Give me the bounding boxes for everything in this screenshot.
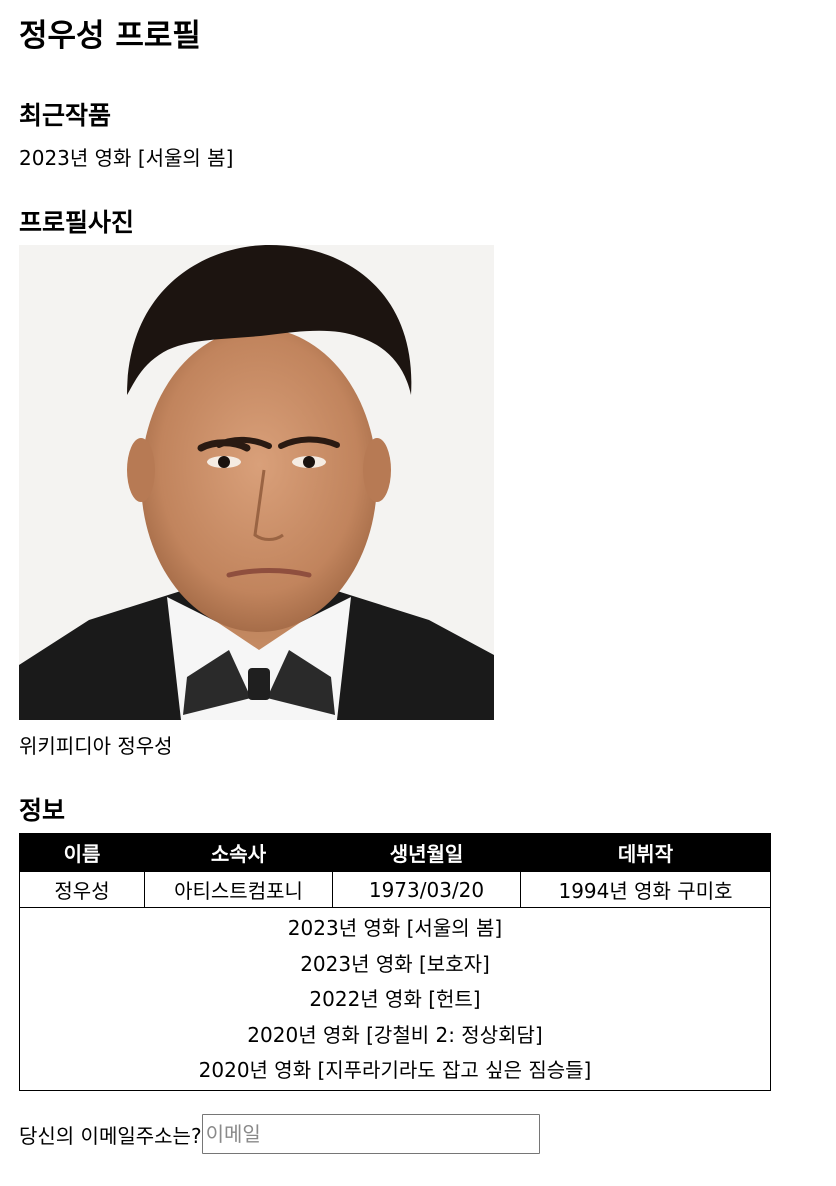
info-table: 이름 소속사 생년월일 데뷔작 정우성 아티스트컴포니 1973/03/20 1… [19,833,771,1091]
email-label: 당신의 이메일주소는? [19,1123,202,1148]
cell-debut: 1994년 영화 구미호 [520,871,771,908]
work-item: 2020년 영화 [강철비 2: 정상회담] [247,1022,543,1047]
header-agency: 소속사 [144,833,333,872]
recent-works-heading: 최근작품 [19,101,112,130]
header-debut: 데뷔작 [520,833,771,872]
table-header-row: 이름 소속사 생년월일 데뷔작 [19,833,771,872]
profile-photo [19,245,494,720]
header-name: 이름 [19,833,145,872]
header-birthdate: 생년월일 [332,833,521,872]
cell-agency: 아티스트컴포니 [144,871,333,908]
works-row: 2023년 영화 [서울의 봄] 2023년 영화 [보호자] 2022년 영화… [19,907,771,1091]
recent-work-text: 2023년 영화 [서울의 봄] [19,146,234,170]
cell-name: 정우성 [19,871,145,908]
email-input[interactable] [201,1114,540,1154]
cell-birthdate: 1973/03/20 [332,871,521,908]
works-cell: 2023년 영화 [서울의 봄] 2023년 영화 [보호자] 2022년 영화… [19,907,771,1091]
email-row: 당신의 이메일주소는? [19,1114,540,1154]
work-item: 2023년 영화 [보호자] [300,951,490,976]
page-title: 정우성 프로필 [19,18,201,54]
work-item: 2020년 영화 [지푸라기라도 잡고 싶은 짐승들] [198,1058,592,1082]
info-heading: 정보 [19,796,66,825]
table-row: 정우성 아티스트컴포니 1973/03/20 1994년 영화 구미호 [19,871,771,908]
work-item: 2022년 영화 [헌트] [309,987,481,1011]
photo-caption: 위키피디아 정우성 [19,734,173,758]
profile-photo-heading: 프로필사진 [19,208,135,237]
work-item: 2023년 영화 [서울의 봄] [287,916,503,940]
